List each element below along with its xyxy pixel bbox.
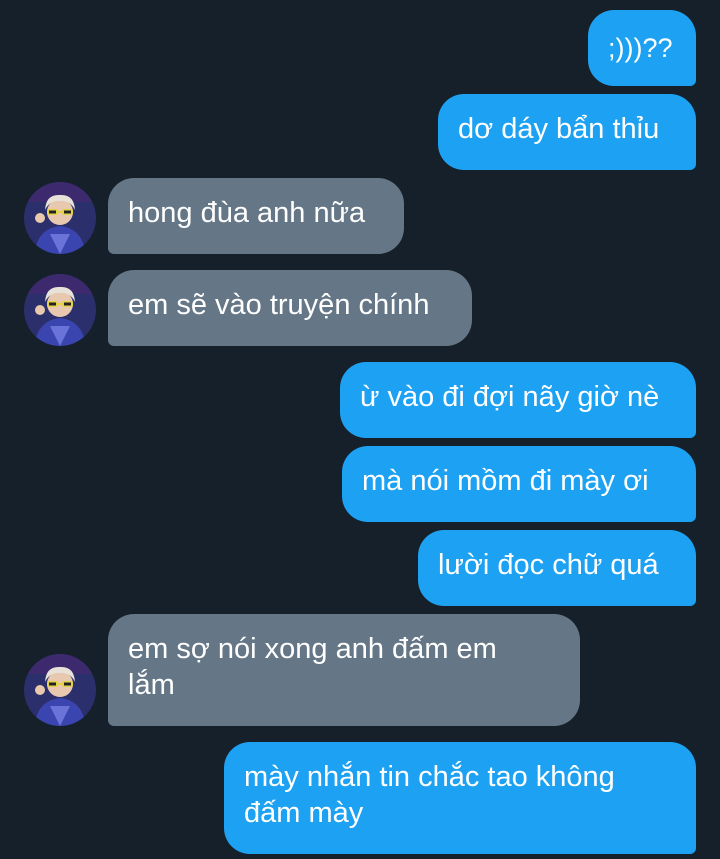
message-bubble-sent[interactable]: mày nhắn tin chắc tao không đấm mày — [224, 742, 696, 854]
chat-thread: ;)))?? dơ dáy bẩn thỉu hong đùa anh nữa — [0, 0, 720, 859]
message-bubble-received[interactable]: em sẽ vào truyện chính — [108, 270, 472, 346]
message-bubble-sent[interactable]: dơ dáy bẩn thỉu — [438, 94, 696, 170]
message-bubble-received[interactable]: em sợ nói xong anh đấm em lắm — [108, 614, 580, 726]
message-bubble-received[interactable]: hong đùa anh nữa — [108, 178, 404, 254]
message-bubble-sent[interactable]: mà nói mồm đi mày ơi — [342, 446, 696, 522]
user-avatar-photo-icon[interactable] — [24, 274, 96, 346]
user-avatar-photo-icon[interactable] — [24, 654, 96, 726]
message-bubble-sent[interactable]: ừ vào đi đợi nãy giờ nè — [340, 362, 696, 438]
message-bubble-sent[interactable]: lười đọc chữ quá — [418, 530, 696, 606]
user-avatar-photo-icon[interactable] — [24, 182, 96, 254]
message-bubble-sent[interactable]: ;)))?? — [588, 10, 696, 86]
